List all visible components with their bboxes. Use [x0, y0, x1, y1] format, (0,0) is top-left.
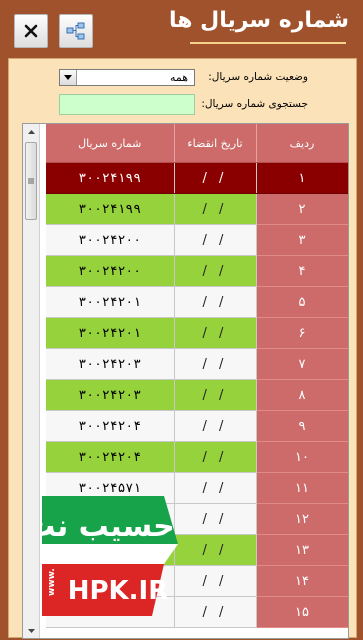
watermark-www: www.	[47, 568, 57, 596]
serial-cell: ۳۰۰۲۴۲۰۴	[46, 410, 175, 442]
index-cell: ۱۴	[256, 565, 348, 597]
index-cell: ۱۰	[256, 441, 348, 473]
serial-cell: ۳۰۰۲۴۱۹۹	[46, 193, 175, 225]
scroll-thumb[interactable]	[25, 142, 37, 220]
serial-cell: ۳۰۰۲۴۱۹۹	[46, 162, 175, 194]
serial-cell: ۳۰۰۲۴۲۰۴	[46, 441, 175, 473]
close-button[interactable]	[14, 14, 48, 48]
table-row[interactable]: ۳۰۰۲۴۲۰۳/ /۸	[46, 379, 348, 411]
index-cell: ۳	[256, 224, 348, 256]
hpk-watermark-logo: حسیب نت HPK.IR www.	[42, 496, 178, 616]
index-cell: ۱۵	[256, 596, 348, 628]
index-cell: ۱	[256, 162, 348, 194]
serial-search-input[interactable]	[59, 94, 195, 115]
expiry-cell: / /	[174, 286, 257, 318]
title-underline	[190, 42, 346, 44]
chevron-down-icon[interactable]	[60, 70, 77, 85]
serial-cell: ۳۰۰۲۴۲۰۰	[46, 255, 175, 287]
expiry-cell: / /	[174, 472, 257, 504]
expiry-cell: / /	[174, 348, 257, 380]
expiry-cell: / /	[174, 596, 257, 628]
window-title: شماره سریال ها	[168, 8, 349, 33]
table-row[interactable]: ۳۰۰۲۴۲۰۱/ /۵	[46, 286, 348, 318]
serial-cell: ۳۰۰۲۴۲۰۳	[46, 348, 175, 380]
index-cell: ۱۳	[256, 534, 348, 566]
index-cell: ۱۲	[256, 503, 348, 535]
table-row[interactable]: ۳۰۰۲۴۲۰۳/ /۷	[46, 348, 348, 380]
table-header-row: شماره سریال تاریخ انقضاء ردیف	[46, 124, 348, 163]
expiry-cell: / /	[174, 255, 257, 287]
expiry-cell: / /	[174, 379, 257, 411]
index-cell: ۱۱	[256, 472, 348, 504]
expiry-cell: / /	[174, 565, 257, 597]
column-header-expiry[interactable]: تاریخ انقضاء	[174, 124, 257, 163]
expiry-cell: / /	[174, 317, 257, 349]
index-cell: ۲	[256, 193, 348, 225]
index-cell: ۹	[256, 410, 348, 442]
index-cell: ۷	[256, 348, 348, 380]
table-row[interactable]: ۳۰۰۲۴۱۹۹/ /۲	[46, 193, 348, 225]
expiry-cell: / /	[174, 193, 257, 225]
column-header-serial[interactable]: شماره سریال	[46, 124, 175, 163]
table-row[interactable]: ۳۰۰۲۴۲۰۰/ /۳	[46, 224, 348, 256]
index-cell: ۸	[256, 379, 348, 411]
serial-cell: ۳۰۰۲۴۲۰۱	[46, 286, 175, 318]
hierarchy-button[interactable]	[59, 14, 93, 48]
table-row[interactable]: ۳۰۰۲۴۲۰۴/ /۱۰	[46, 441, 348, 473]
hierarchy-icon	[66, 22, 85, 40]
expiry-cell: / /	[174, 534, 257, 566]
title-bar: شماره سریال ها	[0, 0, 363, 56]
serial-cell: ۳۰۰۲۴۲۰۳	[46, 379, 175, 411]
status-label: وضعیت شماره سریال:	[208, 71, 308, 83]
expiry-cell: / /	[174, 441, 257, 473]
grip-icon	[28, 178, 34, 184]
serial-cell: ۳۰۰۲۴۲۰۱	[46, 317, 175, 349]
expiry-cell: / /	[174, 224, 257, 256]
vertical-scrollbar[interactable]	[23, 124, 40, 638]
column-header-index[interactable]: ردیف	[256, 124, 348, 163]
expiry-cell: / /	[174, 503, 257, 535]
table-row[interactable]: ۳۰۰۲۴۲۰۴/ /۹	[46, 410, 348, 442]
table-row[interactable]: ۳۰۰۲۴۲۰۰/ /۴	[46, 255, 348, 287]
index-cell: ۵	[256, 286, 348, 318]
table-row[interactable]: ۳۰۰۲۴۱۹۹/ /۱	[46, 162, 348, 194]
watermark-site: HPK.IR	[68, 576, 169, 606]
serial-cell: ۳۰۰۲۴۲۰۰	[46, 224, 175, 256]
status-select-value: همه	[169, 71, 188, 84]
search-label: جستجوی شماره سریال:	[201, 98, 308, 110]
close-x-icon	[24, 24, 38, 38]
table-row[interactable]: ۳۰۰۲۴۲۰۱/ /۶	[46, 317, 348, 349]
expiry-cell: / /	[174, 162, 257, 194]
expiry-cell: / /	[174, 410, 257, 442]
scroll-down-icon[interactable]	[24, 625, 38, 637]
scroll-up-icon[interactable]	[24, 125, 38, 139]
watermark-brand: حسیب نت	[42, 509, 175, 544]
index-cell: ۶	[256, 317, 348, 349]
index-cell: ۴	[256, 255, 348, 287]
status-select[interactable]: همه	[59, 69, 195, 86]
